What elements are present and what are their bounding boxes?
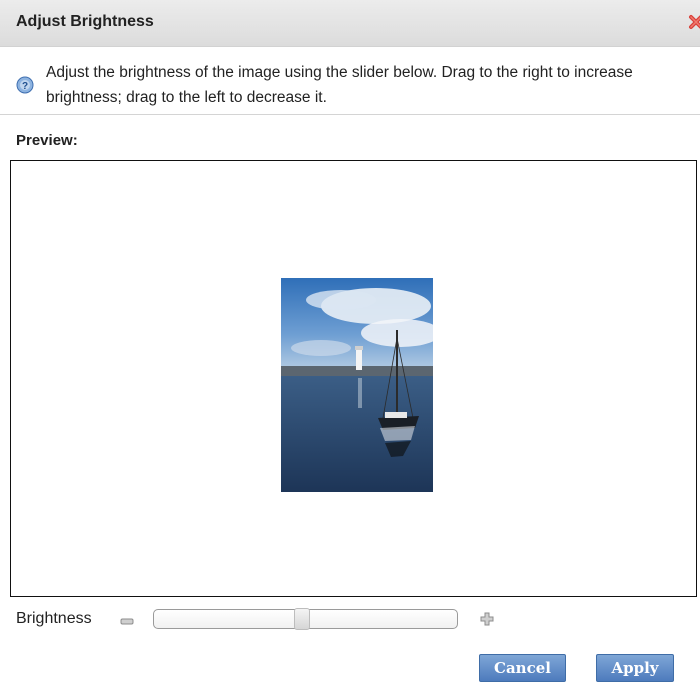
help-icon: ?	[16, 76, 34, 94]
close-icon[interactable]	[688, 13, 700, 31]
minus-icon[interactable]	[119, 614, 135, 628]
brightness-label: Brightness	[16, 610, 92, 627]
dialog-titlebar: Adjust Brightness	[0, 0, 700, 47]
preview-panel	[10, 160, 697, 597]
instructions-text: Adjust the brightness of the image using…	[46, 64, 633, 106]
cancel-button[interactable]: Cancel	[479, 654, 566, 682]
preview-label: Preview:	[16, 132, 78, 149]
dialog-title: Adjust Brightness	[16, 13, 154, 30]
instructions-panel: ? Adjust the brightness of the image usi…	[16, 60, 686, 112]
plus-icon[interactable]	[479, 611, 495, 627]
preview-image	[281, 278, 433, 492]
svg-text:?: ?	[22, 81, 28, 92]
divider	[0, 114, 700, 115]
brightness-slider[interactable]	[153, 608, 458, 630]
slider-handle[interactable]	[294, 608, 311, 630]
apply-button[interactable]: Apply	[596, 654, 674, 682]
